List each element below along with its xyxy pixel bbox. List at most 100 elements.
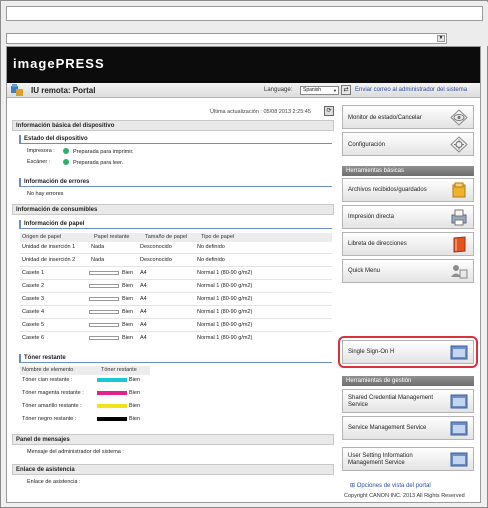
address-bar[interactable]	[6, 6, 483, 21]
refresh-button[interactable]: ⟳	[324, 106, 334, 116]
paper-remaining: Nada	[91, 244, 105, 250]
language-apply-button[interactable]: ⇄	[341, 85, 351, 95]
section-basic-info: Información básica del dispositivo	[12, 120, 334, 131]
row-divider	[20, 279, 332, 280]
paper-type: Normal 1 (80-90 g/m2)	[197, 296, 253, 302]
paper-remaining: Bien	[122, 296, 134, 302]
device-info-panel: Última actualización : 05/08 2013 2:25:4…	[11, 105, 334, 495]
printer-status-icon	[63, 148, 69, 154]
service-management-button[interactable]: Service Management Service	[342, 416, 474, 440]
toner-col-name: Nombre de elemento	[22, 367, 74, 373]
url-dropdown[interactable]: ▼	[6, 33, 447, 44]
settings-label: Configuración	[348, 142, 386, 148]
language-value: Spanish	[303, 87, 322, 93]
mgmt-tools-header: Herramientas de gestión	[342, 376, 474, 386]
paper-level-bar	[89, 323, 119, 327]
paper-type: Normal 1 (80-90 g/m2)	[197, 270, 253, 276]
chevron-down-icon[interactable]: ▼	[437, 35, 445, 42]
paper-level-bar	[89, 297, 119, 301]
received-files-label: Archivos recibidos/guardados	[348, 187, 427, 193]
paper-remaining: Bien	[122, 283, 134, 289]
last-update: Última actualización : 05/08 2013 2:25:4…	[210, 109, 311, 115]
toner-level-bar-black	[97, 417, 127, 421]
subsection-paper: Información de papel	[19, 220, 332, 229]
section-consumables: Información de consumibles	[12, 204, 334, 215]
portal-icon	[11, 84, 23, 96]
status-monitor-label: Monitor de estado/Cancelar	[348, 115, 422, 121]
paper-type: No definido	[197, 257, 225, 263]
paper-size: A4	[140, 309, 147, 315]
paper-remaining: Bien	[122, 309, 134, 315]
portal-header: IU remota: Portal Language: Spanish ▼ ⇄ E…	[7, 83, 480, 98]
row-divider	[20, 305, 332, 306]
paper-size: A4	[140, 322, 147, 328]
received-files-button[interactable]: Archivos recibidos/guardados	[342, 178, 474, 202]
row-divider	[20, 253, 332, 254]
error-status: No hay errores	[27, 191, 64, 197]
paper-size: A4	[140, 335, 147, 341]
basic-tools-header: Herramientas básicas	[342, 166, 474, 176]
toner-status: Bien	[129, 390, 141, 396]
brand-logo: imagePRESS	[13, 56, 105, 71]
paper-remaining: Bien	[122, 322, 134, 328]
table-row: Casete 4	[22, 309, 45, 315]
shared-credential-label: Shared Credential Management Service	[348, 395, 434, 408]
paper-remaining: Bien	[122, 270, 134, 276]
scanner-status-icon	[63, 159, 69, 165]
toner-table-header: Nombre de elemento Tóner restante	[20, 366, 150, 375]
paper-col-size: Tamaño de papel	[145, 234, 188, 240]
table-row: Casete 5	[22, 322, 45, 328]
table-row: Casete 1	[22, 270, 45, 276]
user-setting-label: User Setting Information Management Serv…	[348, 453, 413, 466]
mail-admin-link[interactable]: Enviar correo al administrador del siste…	[355, 87, 467, 93]
toner-status: Bien	[129, 403, 141, 409]
remote-ui-page: imagePRESS IU remota: Portal Language: S…	[6, 46, 481, 503]
status-monitor-button[interactable]: Monitor de estado/Cancelar	[342, 105, 474, 129]
paper-type: No definido	[197, 244, 225, 250]
folder-box-icon	[452, 182, 466, 198]
address-book-button[interactable]: Libreta de direcciones	[342, 232, 474, 256]
address-book-label: Libreta de direcciones	[348, 241, 407, 247]
user-card-icon	[451, 265, 468, 279]
quick-menu-button[interactable]: Quick Menu	[342, 259, 474, 283]
printer-status: Preparada para imprimir.	[73, 149, 134, 155]
paper-remaining: Bien	[122, 335, 134, 341]
table-row: Tóner negro restante :	[22, 416, 77, 422]
printer-label: Impresora :	[27, 148, 55, 154]
paper-size: Desconocido	[140, 244, 172, 250]
paper-size: A4	[140, 270, 147, 276]
gear-icon	[450, 136, 468, 153]
settings-button[interactable]: Configuración	[342, 132, 474, 156]
paper-size: A4	[140, 283, 147, 289]
portal-menu: Monitor de estado/Cancelar Configuración…	[338, 105, 478, 495]
toner-col-level: Tóner restante	[101, 367, 137, 373]
single-sign-on-button[interactable]: Single Sign-On H	[342, 340, 474, 364]
paper-col-remaining: Papel restante	[94, 234, 130, 240]
paper-type: Normal 1 (80-90 g/m2)	[197, 322, 253, 328]
direct-print-button[interactable]: Impresión directa	[342, 205, 474, 229]
paper-level-bar	[89, 271, 119, 275]
paper-level-bar	[89, 284, 119, 288]
direct-print-label: Impresión directa	[348, 214, 395, 220]
shared-credential-button[interactable]: Shared Credential Management Service	[342, 389, 474, 413]
window-icon	[450, 452, 468, 467]
window-icon	[450, 345, 468, 360]
row-divider	[20, 292, 332, 293]
paper-size: Desconocido	[140, 257, 172, 263]
user-setting-button[interactable]: User Setting Information Management Serv…	[342, 447, 474, 471]
table-row: Casete 3	[22, 296, 45, 302]
eye-icon	[450, 109, 468, 126]
table-row: Tóner magenta restante :	[22, 390, 84, 396]
language-label: Language:	[264, 87, 293, 93]
printer-icon	[451, 209, 467, 226]
portal-view-options-link[interactable]: ⊞ Opciones de vista del portal	[350, 482, 431, 489]
page-title: IU remota: Portal	[31, 86, 96, 95]
subsection-errors: Información de errores	[19, 178, 332, 187]
toner-level-bar-yellow	[97, 404, 127, 408]
quick-menu-label: Quick Menu	[348, 268, 381, 274]
language-select[interactable]: Spanish ▼	[300, 86, 339, 95]
paper-size: A4	[140, 296, 147, 302]
browser-toolbar: ▼	[2, 2, 488, 46]
paper-type: Normal 1 (80-90 g/m2)	[197, 283, 253, 289]
table-row: Casete 2	[22, 283, 45, 289]
